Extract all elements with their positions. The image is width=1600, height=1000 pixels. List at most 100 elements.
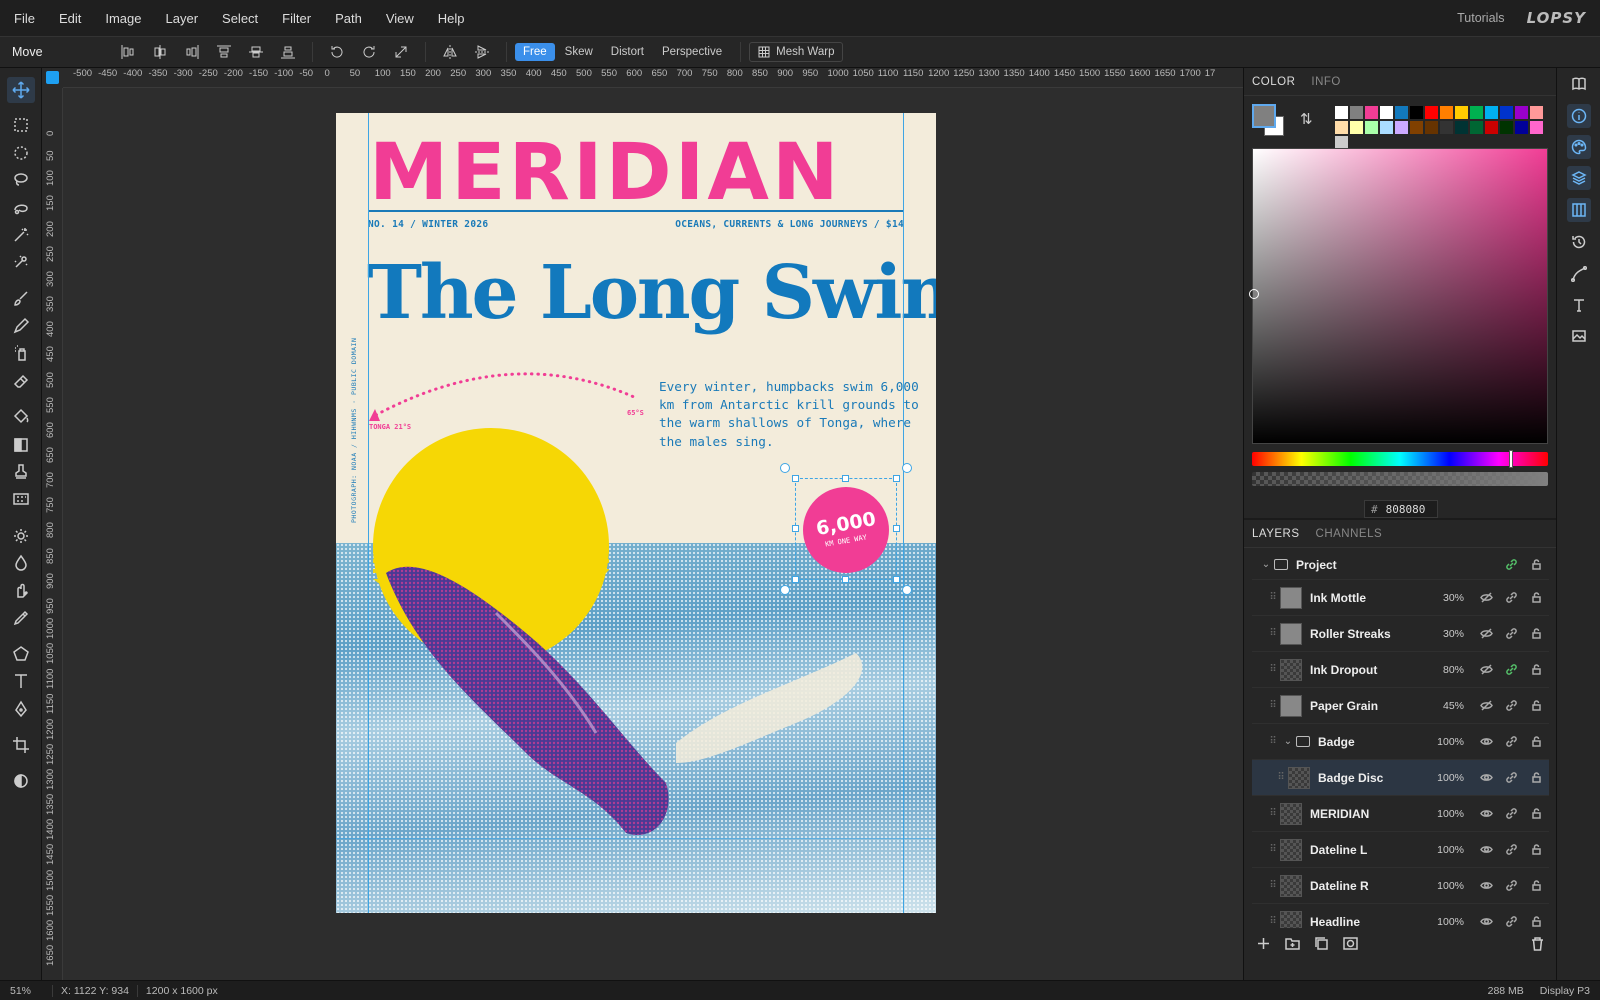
magnetic-lasso-icon[interactable]: [7, 194, 35, 220]
lock-icon[interactable]: [1524, 591, 1549, 604]
canvas-workspace[interactable]: MERIDIAN NO. 14 / WINTER 2026 OCEANS, CU…: [63, 88, 1243, 980]
fg-bg-swatch[interactable]: [1252, 104, 1288, 140]
color-swatch[interactable]: [1499, 105, 1514, 120]
color-swatch[interactable]: [1334, 105, 1349, 120]
document-canvas[interactable]: MERIDIAN NO. 14 / WINTER 2026 OCEANS, CU…: [336, 113, 936, 913]
picker-cursor[interactable]: [1249, 289, 1259, 299]
layer-opacity[interactable]: 100%: [1428, 736, 1464, 748]
contrast-icon[interactable]: [7, 768, 35, 794]
tab-layers[interactable]: LAYERS: [1244, 528, 1308, 540]
layer-row[interactable]: ⠿ Dateline L 100%: [1252, 832, 1549, 868]
deck-text[interactable]: Every winter, humpbacks swim 6,000 km fr…: [659, 378, 919, 451]
rotate-handle[interactable]: [780, 463, 790, 473]
drag-handle-icon[interactable]: ⠿: [1266, 628, 1280, 639]
guide-vertical-left[interactable]: [368, 113, 369, 913]
eye-icon[interactable]: [1474, 807, 1499, 820]
layer-row[interactable]: ⠿ Paper Grain 45%: [1252, 688, 1549, 724]
add-layer-icon[interactable]: [1256, 936, 1271, 956]
color-swatch[interactable]: [1469, 105, 1484, 120]
flip-vertical-icon[interactable]: [466, 40, 498, 64]
tab-color[interactable]: COLOR: [1244, 76, 1303, 88]
bucket-icon[interactable]: [7, 404, 35, 430]
color-swatch[interactable]: [1484, 105, 1499, 120]
color-swatch[interactable]: [1424, 120, 1439, 135]
mode-distort-button[interactable]: Distort: [603, 43, 652, 61]
eye-icon[interactable]: [1474, 771, 1499, 784]
ruler-origin-icon[interactable]: [46, 71, 59, 84]
lock-icon[interactable]: [1524, 558, 1549, 571]
spray-icon[interactable]: [7, 340, 35, 366]
link-icon[interactable]: [1499, 699, 1524, 712]
link-icon[interactable]: [1499, 879, 1524, 892]
duplicate-layer-icon[interactable]: [1314, 936, 1329, 956]
eye-off-icon[interactable]: [1474, 663, 1499, 676]
link-icon[interactable]: [1499, 558, 1524, 571]
lock-icon[interactable]: [1524, 915, 1549, 928]
drag-handle-icon[interactable]: ⠿: [1266, 736, 1280, 747]
lock-icon[interactable]: [1524, 699, 1549, 712]
rotate-handle[interactable]: [902, 585, 912, 595]
layers-icon[interactable]: [1567, 166, 1591, 190]
brush-icon[interactable]: [7, 286, 35, 312]
color-swatch[interactable]: [1409, 105, 1424, 120]
mask-icon[interactable]: [1343, 936, 1358, 956]
saturation-value-picker[interactable]: [1249, 148, 1548, 444]
color-swatch[interactable]: [1454, 120, 1469, 135]
palette-icon[interactable]: [1567, 135, 1591, 159]
hex-input[interactable]: # 808080: [1364, 500, 1438, 518]
drag-handle-icon[interactable]: ⠿: [1266, 664, 1280, 675]
resize-handle[interactable]: [792, 576, 799, 583]
layer-row[interactable]: ⠿ Ink Mottle 30%: [1252, 580, 1549, 616]
quick-select-icon[interactable]: [7, 249, 35, 275]
link-icon[interactable]: [1499, 915, 1524, 928]
menu-image[interactable]: Image: [93, 11, 153, 26]
pen-tool-icon[interactable]: [7, 696, 35, 722]
rotate-handle[interactable]: [780, 585, 790, 595]
eye-icon[interactable]: [1474, 879, 1499, 892]
crop-icon[interactable]: [7, 732, 35, 758]
layer-row[interactable]: ⠿ Dateline R 100%: [1252, 868, 1549, 904]
lock-icon[interactable]: [1524, 843, 1549, 856]
lock-icon[interactable]: [1524, 879, 1549, 892]
color-swatch[interactable]: [1349, 120, 1364, 135]
color-swatch[interactable]: [1364, 120, 1379, 135]
history-icon[interactable]: [1567, 230, 1591, 254]
layer-row[interactable]: ⌄ Project: [1252, 550, 1549, 580]
drag-handle-icon[interactable]: ⠿: [1266, 844, 1280, 855]
rotate-handle[interactable]: [902, 463, 912, 473]
align-middle-v-icon[interactable]: [240, 40, 272, 64]
dateline-left[interactable]: NO. 14 / WINTER 2026: [368, 219, 488, 230]
drag-handle-icon[interactable]: ⠿: [1266, 808, 1280, 819]
vertical-ruler[interactable]: 0 50 100 150 200 250 300 350 400 450 500 550 600 650 7…: [42, 88, 63, 980]
horizontal-ruler[interactable]: -500 -450 -400 -350 -300 -250 -200 -150 -100 -50 0…: [63, 68, 1243, 88]
link-icon[interactable]: [1499, 735, 1524, 748]
hue-slider-thumb[interactable]: [1509, 450, 1513, 468]
color-swatch[interactable]: [1514, 120, 1529, 135]
layer-opacity[interactable]: 30%: [1428, 628, 1464, 640]
menu-file[interactable]: File: [0, 11, 47, 26]
link-icon[interactable]: [1499, 591, 1524, 604]
drag-handle-icon[interactable]: ⠿: [1266, 700, 1280, 711]
color-swatch[interactable]: [1439, 120, 1454, 135]
link-icon[interactable]: [1499, 663, 1524, 676]
mode-free-button[interactable]: Free: [515, 43, 555, 61]
lasso-icon[interactable]: [7, 167, 35, 193]
drag-handle-icon[interactable]: ⠿: [1266, 916, 1280, 927]
color-swatch[interactable]: [1364, 105, 1379, 120]
paths-icon[interactable]: [1567, 262, 1591, 286]
layer-opacity[interactable]: 100%: [1428, 916, 1464, 928]
drag-handle-icon[interactable]: ⠿: [1266, 880, 1280, 891]
color-swatch[interactable]: [1424, 105, 1439, 120]
lock-icon[interactable]: [1524, 663, 1549, 676]
tutorials-link[interactable]: Tutorials: [1457, 11, 1504, 25]
foreground-color[interactable]: [1252, 104, 1276, 128]
layer-row[interactable]: ⠿ MERIDIAN 100%: [1252, 796, 1549, 832]
tab-channels[interactable]: CHANNELS: [1308, 528, 1391, 540]
menu-help[interactable]: Help: [426, 11, 477, 26]
layer-opacity[interactable]: 100%: [1428, 808, 1464, 820]
lock-icon[interactable]: [1524, 735, 1549, 748]
channels-icon[interactable]: [1567, 198, 1591, 222]
color-swatch[interactable]: [1514, 105, 1529, 120]
alpha-slider[interactable]: [1252, 472, 1548, 486]
color-swatch[interactable]: [1529, 105, 1544, 120]
